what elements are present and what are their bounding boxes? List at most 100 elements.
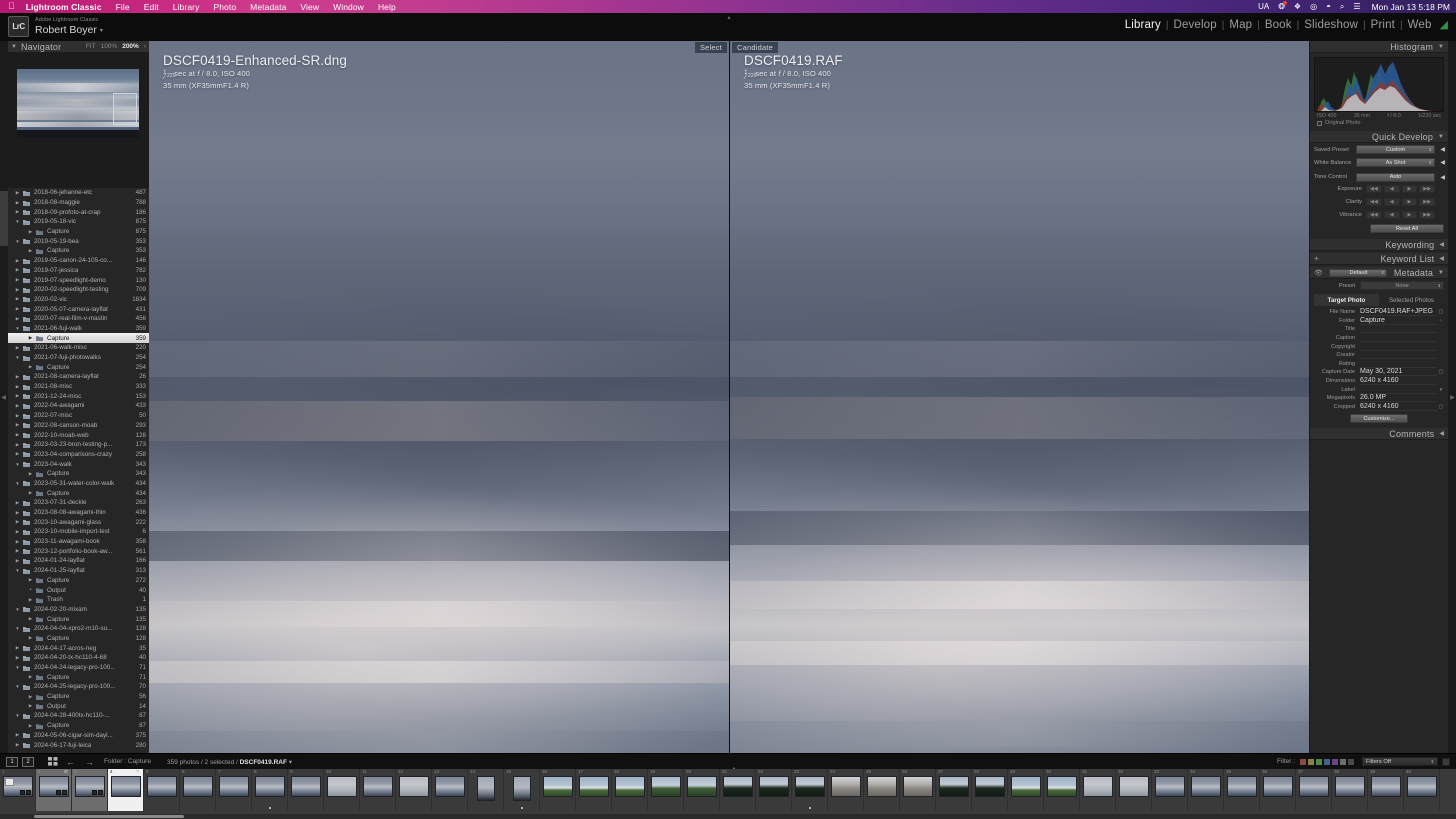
next-photo-icon[interactable]: → [85, 757, 94, 767]
add-keyword-icon[interactable]: + [1314, 254, 1319, 263]
thumbnail-image[interactable] [255, 776, 285, 797]
navigator-preview[interactable] [8, 53, 149, 188]
module-web[interactable]: Web [1408, 19, 1432, 31]
filmstrip-thumbnail-cell[interactable]: 29 [1008, 769, 1044, 811]
folder-row[interactable]: ▶2022-07-misc50 [8, 411, 149, 421]
thumbnail-image[interactable] [1119, 776, 1149, 797]
filmstrip-thumbnail-cell[interactable]: 17 [576, 769, 612, 811]
module-book[interactable]: Book [1265, 19, 1292, 31]
filmstrip-thumbnail-cell[interactable]: 36 [1260, 769, 1296, 811]
thumbnail-image[interactable] [399, 776, 429, 797]
histogram-plot[interactable] [1314, 57, 1444, 112]
thumbnail-image[interactable] [867, 776, 897, 797]
folder-row[interactable]: ▶2019-07-jessica782 [8, 266, 149, 276]
metadata-field-value[interactable]: 6240 x 4160 [1360, 377, 1437, 385]
filmstrip-thumbnail-cell[interactable]: 22 [756, 769, 792, 811]
thumbnail-image[interactable] [513, 776, 531, 801]
chevron-down-icon[interactable]: ▼ [1438, 270, 1444, 276]
folder-row[interactable]: ▶2023-10-mobile-import-test6 [8, 527, 149, 537]
metadata-field-value[interactable] [1360, 386, 1437, 394]
previous-photo-icon[interactable]: ← [66, 757, 75, 767]
disclosure-triangle-icon[interactable]: ▶ [26, 364, 35, 370]
disclosure-triangle-icon[interactable]: ▼ [13, 239, 22, 244]
disclosure-triangle-icon[interactable]: ▶ [13, 258, 22, 264]
folder-row[interactable]: ▶Capture343 [8, 469, 149, 479]
saved-preset-select[interactable]: Custom⇕ [1356, 145, 1435, 154]
folder-row[interactable]: ▼2021-07-fuji-photowalks254 [8, 353, 149, 363]
disclosure-triangle-icon[interactable]: ▶ [13, 413, 22, 419]
folder-row[interactable]: ▶2020-02-speedlight-testing709 [8, 285, 149, 295]
crop-badge-icon[interactable] [56, 790, 61, 795]
ua-status-text[interactable]: UA [1258, 2, 1269, 11]
disclosure-triangle-icon[interactable]: ▶ [26, 703, 35, 709]
module-develop[interactable]: Develop [1174, 19, 1217, 31]
checkbox-icon[interactable] [1317, 121, 1322, 126]
compare-pane-select[interactable]: Select DSCF0419-Enhanced-SR.dng 1 ⁄ 220 … [149, 41, 730, 753]
disclosure-triangle-icon[interactable]: ▶ [13, 393, 22, 399]
exposure-minus[interactable]: ◀ [1384, 185, 1400, 193]
folder-row[interactable]: ▶Trash1 [8, 595, 149, 605]
filmstrip-thumbnail-cell[interactable]: 21 [720, 769, 756, 811]
disclosure-triangle-icon[interactable]: ▼ [13, 607, 22, 612]
thumbnail-image[interactable] [75, 776, 105, 797]
metadata-field-value[interactable]: 26.0 MP [1360, 394, 1437, 402]
folder-row[interactable]: ▼2024-04-24-legacy-pro-100...71 [8, 663, 149, 673]
disclosure-triangle-icon[interactable]: ▶ [26, 616, 35, 622]
disclosure-triangle-icon[interactable]: ▶ [13, 432, 22, 438]
menu-library[interactable]: Library [173, 2, 200, 12]
filmstrip-thumbnail-cell[interactable]: 39 [1368, 769, 1404, 811]
metadata-field-action-icon[interactable]: ▢ [1437, 309, 1445, 315]
filmstrip-thumbnail-cell[interactable]: 20 [684, 769, 720, 811]
vibrance-plus-plus[interactable]: ▶▶ [1419, 211, 1435, 219]
folder-tree[interactable]: ▶2018-06-jehanne-etc487▶2018-08-maggie78… [8, 188, 149, 753]
thumbnail-flag-icon[interactable]: ⊘ [64, 769, 68, 775]
clarity-plus-plus[interactable]: ▶▶ [1419, 198, 1435, 206]
folder-row[interactable]: ▶2021-06-walk-misc220 [8, 343, 149, 353]
disclosure-triangle-icon[interactable]: ▶ [26, 229, 35, 235]
chevron-left-icon[interactable]: ◀ [1439, 430, 1444, 437]
folder-row[interactable]: ▶Capture71 [8, 672, 149, 682]
filmstrip-thumbnail-cell[interactable]: 11 [360, 769, 396, 811]
disclosure-triangle-icon[interactable]: ▶ [13, 316, 22, 322]
folder-row[interactable]: ▶2022-08-canson-moab293 [8, 421, 149, 431]
filmstrip-thumbnail-cell[interactable]: 2⊘ [36, 769, 72, 811]
disclosure-triangle-icon[interactable]: ▶ [13, 277, 22, 283]
diamond-icon[interactable]: ❖ [1294, 2, 1301, 11]
filter-swatch-yellow[interactable] [1308, 759, 1314, 765]
folder-row[interactable]: ▶2021-08-misc333 [8, 382, 149, 392]
folder-row[interactable]: ▶Output14 [8, 701, 149, 711]
thumbnail-image[interactable] [1371, 776, 1401, 797]
filmstrip-thumbnail-cell[interactable]: 6 [180, 769, 216, 811]
disclosure-triangle-icon[interactable]: ▼ [13, 355, 22, 360]
filmstrip-thumbnail-cell[interactable]: 16 [540, 769, 576, 811]
thumbnail-image[interactable] [1083, 776, 1113, 797]
keywording-header[interactable]: Keywording ◀ [1310, 239, 1448, 251]
disclosure-triangle-icon[interactable]: ▶ [26, 597, 35, 603]
thumbnail-image[interactable] [3, 776, 33, 797]
menu-help[interactable]: Help [378, 2, 396, 12]
crop-badge-icon[interactable] [92, 790, 97, 795]
filter-enable-switch[interactable] [1442, 758, 1450, 766]
disclosure-triangle-icon[interactable]: ▶ [13, 519, 22, 525]
thumbnail-image[interactable] [543, 776, 573, 797]
module-slideshow[interactable]: Slideshow [1304, 19, 1358, 31]
folder-row[interactable]: ▶2021-12-24-misc153 [8, 391, 149, 401]
thumbnail-badges[interactable] [56, 790, 67, 795]
folder-row[interactable]: ▶Capture56 [8, 692, 149, 702]
timemachine-icon[interactable]: ◎ [1310, 2, 1317, 11]
folder-row[interactable]: ▶2023-03-23-bron-testing-p...173 [8, 440, 149, 450]
folder-row[interactable]: ▶2023-12-portfolio-book-aw...561 [8, 546, 149, 556]
filter-swatch-purple[interactable] [1332, 759, 1338, 765]
disclosure-triangle-icon[interactable]: ▶ [13, 539, 22, 545]
thumbnail-image[interactable] [1155, 776, 1185, 797]
customize-metadata-button[interactable]: Customize... [1350, 414, 1408, 423]
filmstrip-thumbnail-cell[interactable]: 13 [432, 769, 468, 811]
top-panel-handle[interactable]: ▴ [722, 14, 736, 19]
quick-develop-header[interactable]: Quick Develop ▼ [1310, 131, 1448, 143]
disclosure-triangle-icon[interactable]: ▶ [13, 655, 22, 661]
module-map[interactable]: Map [1229, 19, 1252, 31]
menu-metadata[interactable]: Metadata [250, 2, 286, 12]
folder-row[interactable]: ▶2023-11-awagami-book358 [8, 537, 149, 547]
thumbnail-image[interactable] [327, 776, 357, 797]
disclosure-triangle-icon[interactable]: ▶ [13, 500, 22, 506]
